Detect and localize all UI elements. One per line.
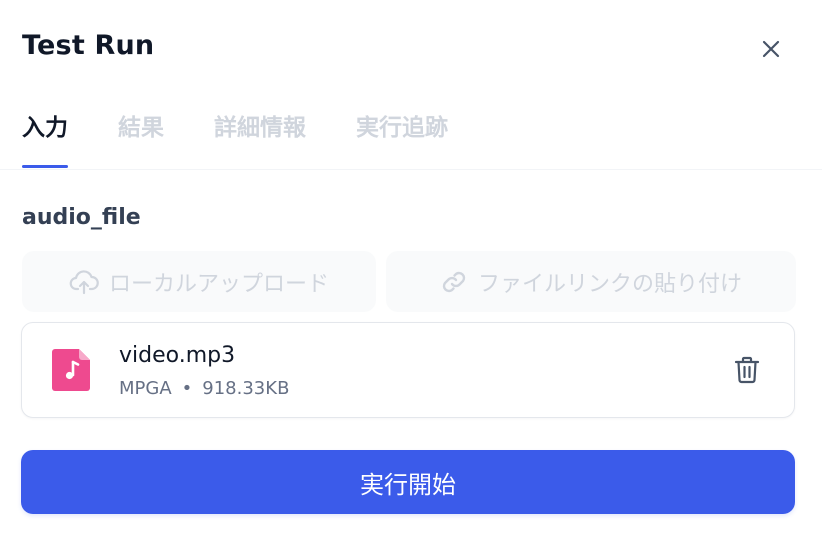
meta-separator: • [181,378,193,399]
local-upload-label: ローカルアップロード [108,271,329,297]
link-icon [442,271,466,292]
file-size: 918.33KB [202,378,290,399]
trash-icon [734,356,760,384]
upload-options: ローカルアップロード ファイルリンクの貼り付け [22,251,796,312]
tab-details[interactable]: 詳細情報 [214,104,306,168]
tab-tracing[interactable]: 実行追跡 [356,104,448,168]
file-meta: MPGA • 918.33KB [119,378,289,399]
tab-result[interactable]: 結果 [118,104,164,168]
start-run-button[interactable]: 実行開始 [21,450,795,514]
cloud-upload-icon [69,269,99,294]
tabs-divider [0,169,822,170]
paste-link-label: ファイルリンクの貼り付け [477,271,742,297]
paste-link-button[interactable]: ファイルリンクの貼り付け [386,251,796,312]
file-type: MPGA [119,378,172,399]
local-upload-button[interactable]: ローカルアップロード [22,251,376,312]
close-icon [762,40,780,58]
test-run-panel: Test Run 入力 結果 詳細情報 実行追跡 audio_file ローカル… [0,0,822,542]
tab-bar: 入力 結果 詳細情報 実行追跡 [22,104,498,168]
tab-input[interactable]: 入力 [22,104,68,168]
panel-title: Test Run [22,30,155,61]
file-name: video.mp3 [119,343,236,368]
uploaded-file-card: video.mp3 MPGA • 918.33KB [21,322,795,418]
delete-file-button[interactable] [730,353,764,387]
field-label: audio_file [22,205,141,230]
close-button[interactable] [756,34,786,64]
audio-file-icon [52,349,90,391]
